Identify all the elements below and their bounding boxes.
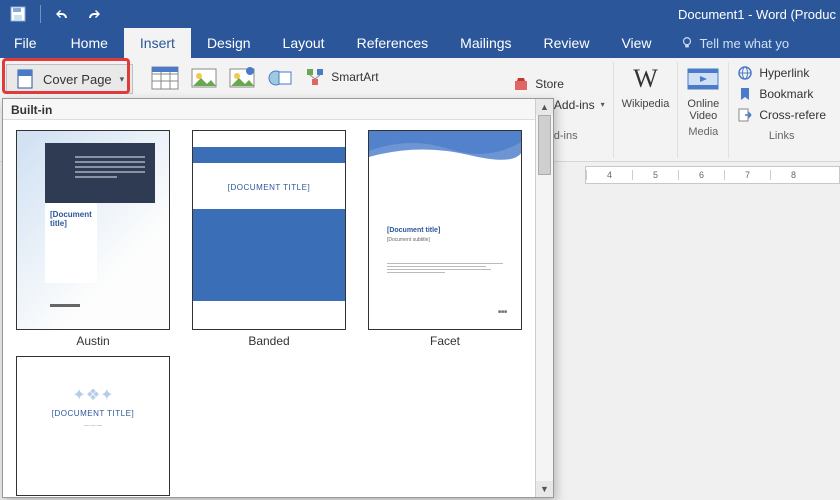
bookmark-icon	[737, 86, 753, 102]
crossref-label: Cross-refere	[759, 108, 826, 122]
horizontal-ruler: 4 5 6 7 8	[585, 166, 840, 184]
tab-design[interactable]: Design	[191, 28, 267, 58]
bookmark-button[interactable]: Bookmark	[737, 85, 813, 103]
redo-icon[interactable]	[85, 6, 101, 22]
crossref-icon	[737, 107, 753, 123]
caret-down-icon: ▾	[120, 74, 125, 85]
cover-page-gallery: Built-in [Document title] Austin [DOCUM	[2, 98, 554, 498]
pictures-icon[interactable]	[191, 66, 217, 90]
lightbulb-icon	[680, 36, 694, 50]
cross-reference-button[interactable]: Cross-refere	[737, 106, 826, 124]
store-button[interactable]: Store	[513, 75, 604, 93]
smartart-button[interactable]: SmartArt	[305, 66, 378, 88]
thumbnail-4: ✦❖✦ [DOCUMENT TITLE] — — —	[16, 356, 170, 496]
shapes-icon[interactable]	[267, 66, 293, 90]
online-video-button[interactable]: Online Video	[686, 62, 720, 122]
online-pictures-icon[interactable]	[229, 66, 255, 90]
quick-access-toolbar	[0, 5, 111, 23]
store-icon	[513, 76, 529, 92]
page-icon	[15, 68, 37, 90]
tell-me-search[interactable]: Tell me what yo	[668, 28, 790, 58]
smartart-label: SmartArt	[331, 70, 378, 84]
save-icon[interactable]	[10, 6, 26, 22]
scroll-track[interactable]	[536, 115, 553, 481]
thumbnail-austin: [Document title]	[16, 130, 170, 330]
store-label: Store	[535, 77, 564, 91]
tab-mailings[interactable]: Mailings	[444, 28, 527, 58]
tab-home[interactable]: Home	[55, 28, 124, 58]
option-label: Banded	[248, 334, 289, 348]
tell-me-label: Tell me what yo	[700, 36, 790, 51]
tab-insert[interactable]: Insert	[124, 28, 191, 58]
tab-layout[interactable]: Layout	[267, 28, 341, 58]
wikipedia-button[interactable]: W Wikipedia	[622, 62, 670, 110]
thumbnail-facet: [Document title] [Document subtitle] ■■■	[368, 130, 522, 330]
hyperlink-icon	[737, 65, 753, 81]
hyperlink-label: Hyperlink	[759, 66, 809, 80]
undo-icon[interactable]	[55, 6, 71, 22]
option-label: Austin	[76, 334, 109, 348]
tab-file[interactable]: File	[0, 28, 55, 58]
video-icon	[686, 62, 720, 96]
window-title: Document1 - Word (Produc	[111, 7, 840, 22]
qat-separator	[40, 5, 41, 23]
group-label-links: Links	[769, 130, 795, 142]
scroll-down-icon[interactable]: ▼	[536, 481, 553, 497]
cover-page-button[interactable]: Cover Page ▾	[6, 64, 133, 94]
ribbon-group-links: Hyperlink Bookmark Cross-refere Links	[729, 62, 834, 158]
scroll-thumb[interactable]	[538, 115, 551, 175]
tab-review[interactable]: Review	[528, 28, 606, 58]
cover-page-label: Cover Page	[43, 72, 112, 87]
wikipedia-icon: W	[628, 62, 662, 96]
ornament-icon: ✦❖✦	[72, 385, 113, 405]
thumbnail-banded: [DOCUMENT TITLE]	[192, 130, 346, 330]
group-label-media: Media	[688, 126, 718, 138]
scroll-up-icon[interactable]: ▲	[536, 99, 553, 115]
bookmark-label: Bookmark	[759, 87, 813, 101]
cover-page-option-austin[interactable]: [Document title] Austin	[5, 126, 181, 352]
gallery-scrollbar[interactable]: ▲ ▼	[535, 99, 553, 497]
cover-page-option-banded[interactable]: [DOCUMENT TITLE] Banded	[181, 126, 357, 352]
wikipedia-label: Wikipedia	[622, 98, 670, 110]
ribbon-group-media: Online Video Media	[678, 62, 729, 158]
smartart-icon	[305, 67, 325, 87]
option-label: Facet	[430, 334, 460, 348]
ribbon-tabs: File Home Insert Design Layout Reference…	[0, 28, 840, 58]
gallery-section-header: Built-in	[3, 99, 535, 120]
online-video-label: Online Video	[687, 98, 719, 122]
table-icon[interactable]	[151, 66, 179, 90]
hyperlink-button[interactable]: Hyperlink	[737, 64, 809, 82]
tab-references[interactable]: References	[341, 28, 445, 58]
title-bar: Document1 - Word (Produc	[0, 0, 840, 28]
cover-page-option-facet[interactable]: [Document title] [Document subtitle] ■■■…	[357, 126, 533, 352]
tab-view[interactable]: View	[605, 28, 667, 58]
ribbon-group-wikipedia: W Wikipedia	[614, 62, 679, 158]
cover-page-option-4[interactable]: ✦❖✦ [DOCUMENT TITLE] — — —	[5, 352, 181, 497]
